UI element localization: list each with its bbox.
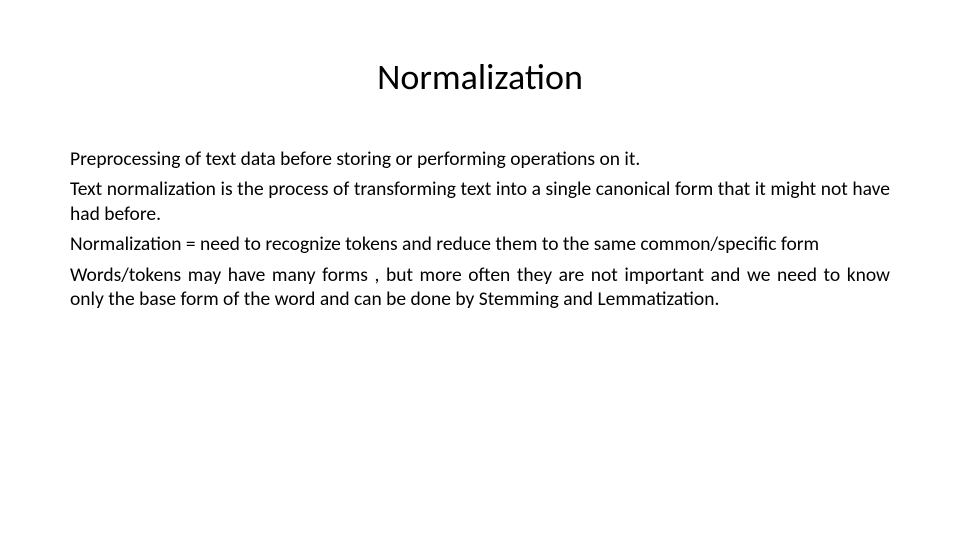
paragraph-2: Text normalization is the process of tra…	[70, 177, 890, 226]
paragraph-1: Preprocessing of text data before storin…	[70, 147, 890, 171]
paragraph-3: Normalization = need to recognize tokens…	[70, 232, 890, 256]
slide-container: Normalization Preprocessing of text data…	[0, 0, 960, 540]
paragraph-4: Words/tokens may have many forms , but m…	[70, 263, 890, 312]
slide-body: Preprocessing of text data before storin…	[70, 147, 890, 311]
slide-title: Normalization	[70, 55, 890, 99]
